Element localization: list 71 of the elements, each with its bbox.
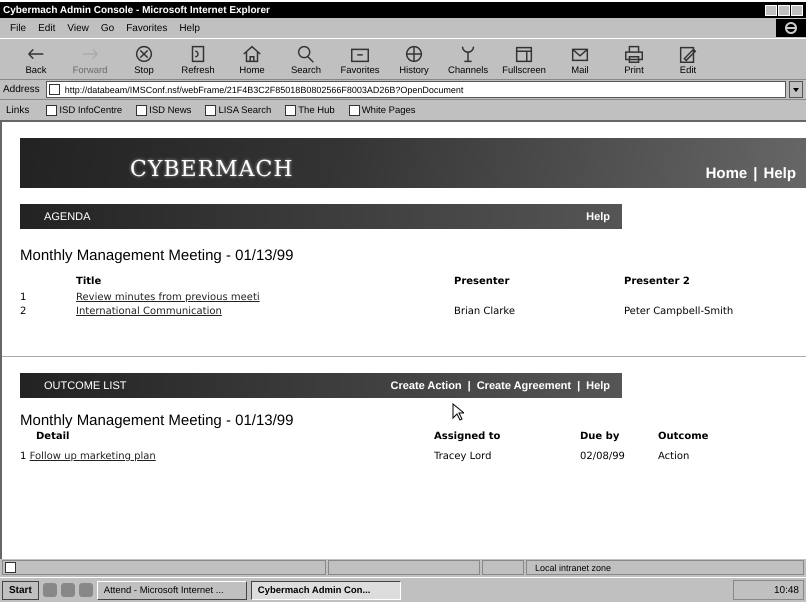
agenda-link[interactable]: Review minutes from previous meeti — [76, 292, 260, 302]
header-link[interactable]: Help — [586, 210, 610, 222]
logo: CYBERMACH — [130, 157, 294, 182]
status-panel — [482, 560, 524, 575]
toolbar-button[interactable]: Channels — [444, 42, 492, 76]
meeting-title: Monthly Management Meeting - 01/13/99 — [20, 247, 294, 264]
maximize-button[interactable] — [778, 4, 790, 16]
toolbar-button[interactable]: Back — [12, 42, 60, 76]
column-header: Detail — [20, 431, 434, 445]
toolbar-button[interactable]: History — [390, 42, 438, 76]
address-field[interactable]: http://databeam/IMSConf.nsf/webFrame/21F4B3C2F85018B0802566F8003AD26B?OpenDocument — [46, 81, 786, 98]
agenda-link[interactable]: International Communication — [76, 306, 222, 316]
clock: 10:48 — [774, 584, 799, 596]
toolbar-button[interactable]: Print — [610, 42, 658, 76]
row-number: 1 — [20, 290, 76, 304]
links-label: Links — [6, 104, 30, 116]
nav-link[interactable]: Home — [706, 165, 748, 182]
menu-item[interactable]: Go — [100, 22, 114, 34]
header-link[interactable]: Help — [586, 380, 610, 392]
link-button[interactable]: White Pages — [346, 104, 416, 116]
column-header: Presenter — [454, 276, 510, 289]
toolbar-button[interactable]: Edit — [664, 42, 712, 76]
table-cell: 02/08/99 — [580, 445, 658, 463]
toolbar-button[interactable]: Fullscreen — [498, 42, 550, 76]
separator: | — [468, 380, 471, 392]
toolbar-button[interactable]: Favorites — [336, 42, 384, 76]
table-cell-text: Action — [658, 450, 690, 463]
taskbar-button[interactable]: Cybermach Admin Con... — [250, 580, 401, 600]
column-header: Presenter 2 — [624, 276, 691, 289]
menu-item[interactable]: Edit — [38, 22, 56, 34]
address-label: Address — [3, 84, 41, 95]
toolbar-button[interactable]: Mail — [556, 42, 604, 76]
toolbar-button[interactable]: Search — [282, 42, 330, 76]
header-link[interactable]: Create Action — [390, 380, 462, 392]
start-button[interactable]: Start — [2, 580, 39, 600]
toolbar-button[interactable]: Home — [228, 42, 276, 76]
menu-item[interactable]: View — [67, 22, 89, 34]
menu-item[interactable]: File — [10, 22, 26, 34]
dropdown-button[interactable] — [789, 81, 803, 98]
separator: | — [577, 380, 580, 392]
link-button[interactable]: ISD InfoCentre — [44, 104, 122, 116]
cursor-icon — [452, 403, 464, 421]
toolbar-button[interactable]: Stop — [120, 42, 168, 76]
menu-item[interactable]: Help — [179, 22, 200, 34]
section-title: OUTCOME LIST — [44, 380, 127, 392]
link-button[interactable]: LISA Search — [203, 104, 272, 116]
separator: | — [753, 165, 758, 182]
minimize-button[interactable] — [765, 4, 777, 16]
outcome-link[interactable]: Follow up marketing plan — [30, 450, 156, 462]
column-header: Outcome — [658, 431, 708, 444]
menu-item[interactable]: Favorites — [126, 22, 168, 34]
meeting-title: Monthly Management Meeting - 01/13/99 — [20, 412, 294, 429]
header-link[interactable]: Create Agreement — [476, 380, 572, 392]
table-cell-text: Tracey Lord — [434, 450, 492, 463]
row-number: 1 — [20, 450, 26, 462]
zone-indicator: Local intranet zone — [526, 560, 804, 575]
nav-link[interactable]: Help — [763, 165, 796, 182]
toolbar-button[interactable]: Refresh — [174, 42, 222, 76]
close-button[interactable] — [791, 4, 803, 16]
link-button[interactable]: ISD News — [134, 104, 192, 116]
column-header: Due by — [580, 431, 620, 444]
link-button[interactable]: The Hub — [283, 104, 335, 116]
column-header: Assigned to — [434, 431, 502, 444]
section-title: AGENDA — [44, 210, 90, 222]
page-icon — [48, 84, 60, 95]
table-cell: Brian Clarke — [454, 306, 515, 316]
window-title: Cybermach Admin Console - Microsoft Internet Explorer — [3, 4, 270, 16]
table-cell: Peter Campbell-Smith — [624, 306, 734, 316]
row-number: 2 — [20, 304, 76, 318]
taskbar-button[interactable]: Attend - Microsoft Internet ... — [96, 580, 247, 600]
column-header: Title — [76, 276, 102, 289]
